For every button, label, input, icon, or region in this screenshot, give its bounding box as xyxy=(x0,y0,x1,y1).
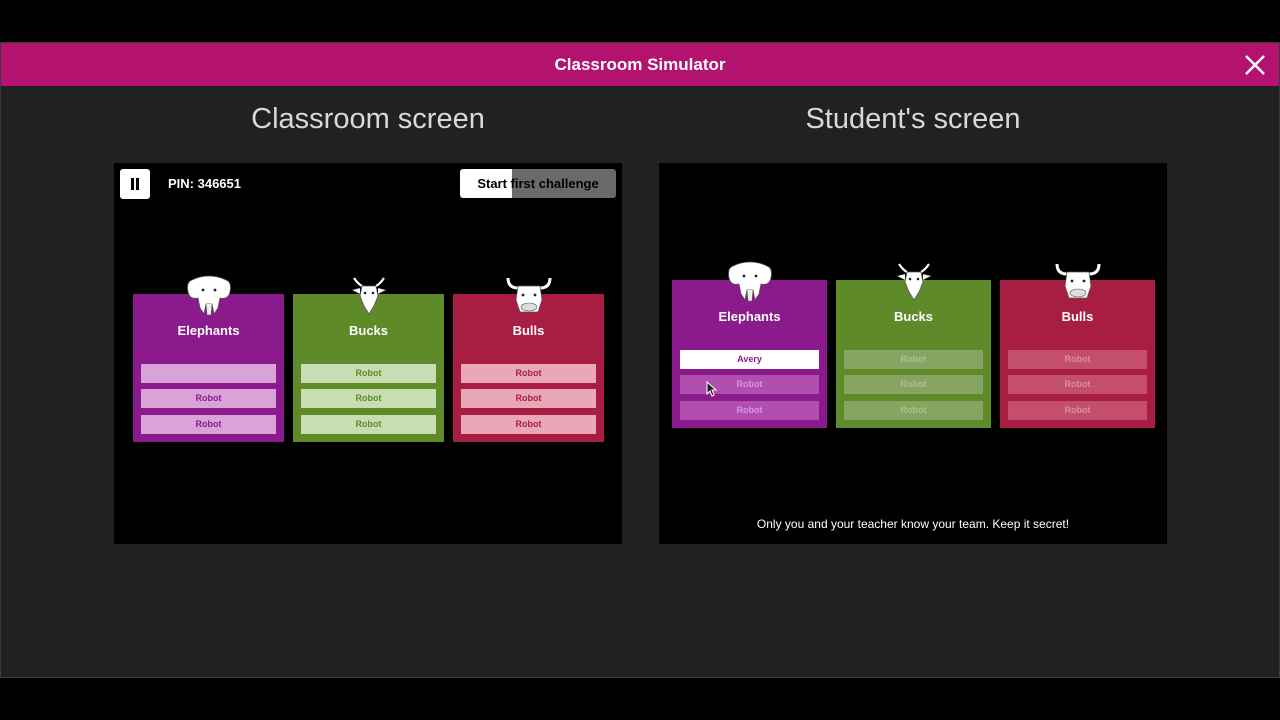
team-card-bucks: Bucks Robot Robot Robot xyxy=(293,277,444,442)
team-slot: Robot xyxy=(301,415,436,434)
team-card-bucks[interactable]: Bucks Robot Robot Robot xyxy=(836,263,991,428)
buck-icon xyxy=(350,277,387,315)
team-slot-me: Avery xyxy=(680,350,819,369)
team-slot xyxy=(141,364,276,383)
team-name: Elephants xyxy=(177,323,240,338)
team-name: Bucks xyxy=(893,309,934,324)
team-slot: Robot xyxy=(461,364,596,383)
team-card-bulls[interactable]: Bulls Robot Robot Robot xyxy=(1000,263,1155,428)
team-card-elephants: Elephants Robot Robot xyxy=(133,275,284,442)
team-slot: Robot xyxy=(1008,401,1147,420)
secret-team-note: Only you and your teacher know your team… xyxy=(756,517,1070,531)
student-screen-title: Student's screen xyxy=(805,103,1021,135)
team-card-elephants[interactable]: Elephants Avery Robot Robot xyxy=(672,261,827,428)
team-slot: Robot xyxy=(680,401,819,420)
team-slot: Robot xyxy=(301,389,436,408)
start-first-challenge-button[interactable]: Start first challenge xyxy=(460,169,616,198)
team-name: Bucks xyxy=(348,323,389,338)
team-slot: Robot xyxy=(1008,375,1147,394)
team-slot: Robot xyxy=(844,401,983,420)
bull-icon xyxy=(1055,263,1100,299)
close-icon[interactable] xyxy=(1243,53,1267,77)
team-slot: Robot xyxy=(844,350,983,369)
elephant-icon xyxy=(186,275,231,316)
classroom-screen-panel: PIN: 346651 Start first challenge Elepha… xyxy=(114,163,622,544)
student-screen-panel: Elephants Avery Robot Robot Bucks Robot … xyxy=(659,163,1167,544)
pin-label: PIN: 346651 xyxy=(168,176,241,191)
modal-title: Classroom Simulator xyxy=(554,55,726,74)
pause-button[interactable] xyxy=(120,169,150,199)
team-name: Bulls xyxy=(1061,309,1094,324)
team-name: Bulls xyxy=(512,323,545,338)
team-slot: Robot xyxy=(301,364,436,383)
team-slot: Robot xyxy=(141,415,276,434)
classroom-screen-title: Classroom screen xyxy=(251,103,485,135)
team-slot: Robot xyxy=(844,375,983,394)
team-card-bulls: Bulls Robot Robot Robot xyxy=(453,277,604,442)
classroom-simulator-modal: Classroom Simulator Classroom screen PIN… xyxy=(0,42,1280,678)
buck-icon xyxy=(895,263,932,301)
bull-icon xyxy=(506,277,551,313)
modal-header: Classroom Simulator xyxy=(1,43,1279,86)
team-name: Elephants xyxy=(718,309,781,324)
start-button-label: Start first challenge xyxy=(477,176,599,191)
team-slot: Robot xyxy=(461,415,596,434)
team-slot: Robot xyxy=(141,389,276,408)
team-slot: Robot xyxy=(1008,350,1147,369)
team-slot: Robot xyxy=(461,389,596,408)
team-slot: Robot xyxy=(680,375,819,394)
mouse-cursor-icon xyxy=(706,381,718,397)
elephant-icon xyxy=(727,261,772,302)
